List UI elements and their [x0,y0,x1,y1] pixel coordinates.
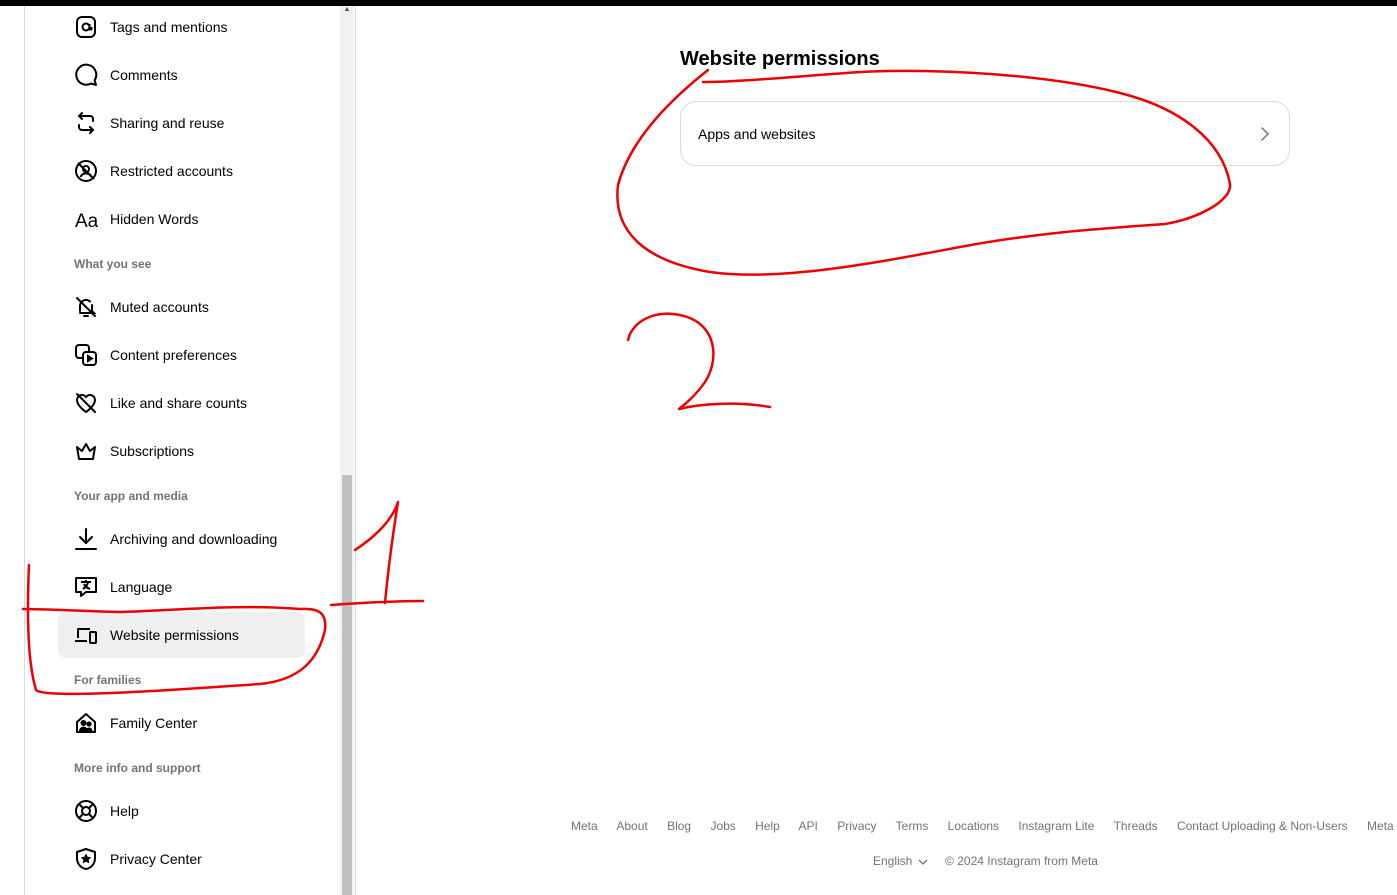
apps-and-websites-card[interactable]: Apps and websites [680,101,1290,166]
page-title: Website permissions [680,48,880,70]
restricted-icon [74,159,98,183]
svg-text:Aa: Aa [75,211,98,231]
footer-link-meta[interactable]: Meta [571,819,598,833]
share-reuse-icon [74,111,98,135]
text-aa-icon: Aa [74,207,98,231]
footer-link-contact-uploading[interactable]: Contact Uploading & Non-Users [1177,819,1348,833]
sidebar-item-website-permissions[interactable]: Website permissions [58,612,305,658]
sidebar-item-content-preferences[interactable]: Content preferences [58,332,305,378]
footer-link-help[interactable]: Help [755,819,780,833]
copyright-text: © 2024 Instagram from Meta [945,854,1098,868]
footer-link-about[interactable]: About [616,819,647,833]
sidebar-item-subscriptions[interactable]: Subscriptions [58,428,305,474]
apps-and-websites-label: Apps and websites [698,125,816,142]
footer-link-instagram-lite[interactable]: Instagram Lite [1018,819,1094,833]
language-selector-label: English [873,854,913,868]
sidebar-item-label: Muted accounts [110,299,209,315]
sidebar-item-comments[interactable]: Comments [58,52,305,98]
sidebar-item-label: Help [110,803,139,819]
footer-link-api[interactable]: API [799,819,818,833]
section-more-info-and-support: More info and support [74,761,201,775]
footer-link-privacy[interactable]: Privacy [837,819,876,833]
sidebar-item-label: Privacy Center [110,851,202,867]
devices-icon [74,623,98,647]
language-selector[interactable]: English [873,854,931,868]
footer-link-locations[interactable]: Locations [948,819,999,833]
sidebar-item-language[interactable]: Language [58,564,305,610]
footer-links: Meta About Blog Jobs Help API Privacy Te… [571,819,1397,833]
sidebar-item-tags-and-mentions[interactable]: Tags and mentions [58,4,305,50]
sidebar-item-help[interactable]: Help [58,788,305,834]
section-your-app-and-media: Your app and media [74,489,188,503]
sidebar-item-label: Sharing and reuse [110,115,225,131]
content-preferences-icon [74,343,98,367]
sidebar-item-muted-accounts[interactable]: Muted accounts [58,284,305,330]
heart-off-icon [74,391,98,415]
sidebar-item-hidden-words[interactable]: Aa Hidden Words [58,196,305,242]
sidebar-item-label: Archiving and downloading [110,531,278,547]
chevron-right-icon [1259,124,1271,144]
download-icon [74,527,98,551]
section-for-families: For families [74,673,142,687]
chevron-down-icon [918,855,928,869]
footer-bottom: English © 2024 Instagram from Meta [873,854,1098,869]
sidebar-item-label: Comments [110,67,178,83]
sidebar-item-label: Subscriptions [110,443,195,459]
family-home-icon [74,711,98,735]
sidebar-item-privacy-center[interactable]: Privacy Center [58,836,305,882]
lifebuoy-icon [74,799,98,823]
section-what-you-see: What you see [74,257,152,271]
footer-link-jobs[interactable]: Jobs [710,819,735,833]
crown-icon [74,439,98,463]
sidebar-item-restricted-accounts[interactable]: Restricted accounts [58,148,305,194]
muted-bell-icon [74,295,98,319]
footer-link-threads[interactable]: Threads [1114,819,1158,833]
sidebar-item-family-center[interactable]: Family Center [58,700,305,746]
sidebar-item-label: Like and share counts [110,395,247,411]
sidebar-item-sharing-and-reuse[interactable]: Sharing and reuse [58,100,305,146]
sidebar-item-like-and-share-counts[interactable]: Like and share counts [58,380,305,426]
sidebar-item-label: Restricted accounts [110,163,233,179]
comment-icon [74,63,98,87]
annotation-number-two [626,312,772,411]
shield-star-icon [74,847,98,871]
sidebar-item-label: Tags and mentions [110,19,228,35]
sidebar-item-label: Website permissions [110,627,239,643]
sidebar-item-label: Family Center [110,715,198,731]
sidebar-scrollbar-thumb[interactable] [342,475,352,895]
scroll-up-arrow-icon[interactable]: ▲ [342,6,352,14]
footer-link-meta-verified[interactable]: Meta Verified [1367,819,1397,833]
sidebar-item-label: Hidden Words [110,211,199,227]
footer-link-terms[interactable]: Terms [896,819,929,833]
translate-icon [74,575,98,599]
at-sign-icon [74,15,98,39]
sidebar-item-label: Language [110,579,173,595]
footer-link-blog[interactable]: Blog [667,819,691,833]
sidebar-item-archiving-and-downloading[interactable]: Archiving and downloading [58,516,305,562]
sidebar-item-label: Content preferences [110,347,237,363]
